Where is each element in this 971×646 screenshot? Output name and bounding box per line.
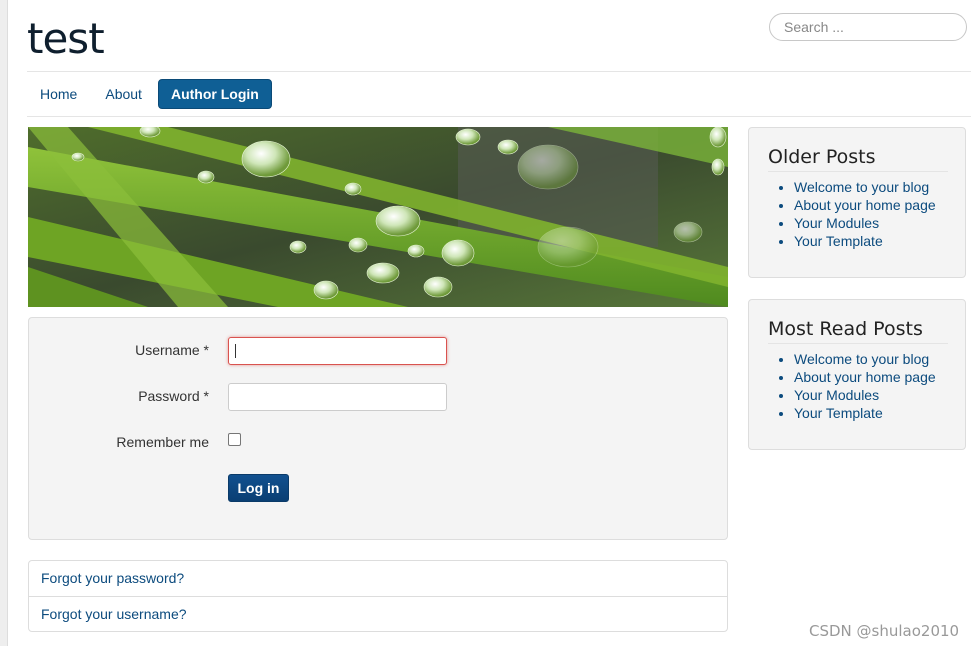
post-link[interactable]: About your home page — [794, 197, 936, 213]
older-posts-module: Older Posts Welcome to your blog About y… — [748, 127, 966, 278]
post-link[interactable]: Your Template — [794, 405, 883, 421]
list-item: Your Modules — [794, 214, 936, 232]
account-help-links: Forgot your password? Forgot your userna… — [28, 560, 728, 632]
forgot-password-link[interactable]: Forgot your password? — [29, 561, 727, 596]
post-link[interactable]: Your Modules — [794, 387, 879, 403]
main-nav: Home About Author Login — [28, 79, 272, 109]
login-button[interactable]: Log in — [228, 474, 289, 502]
most-read-posts-title: Most Read Posts — [768, 318, 923, 340]
list-item: Your Template — [794, 232, 936, 250]
site-title[interactable]: test — [27, 14, 105, 63]
banner-image — [28, 127, 728, 307]
post-link[interactable]: Welcome to your blog — [794, 351, 929, 367]
older-posts-title: Older Posts — [768, 146, 876, 168]
nav-item-author-login[interactable]: Author Login — [157, 79, 272, 109]
post-link[interactable]: About your home page — [794, 369, 936, 385]
most-read-posts-list: Welcome to your blog About your home pag… — [776, 350, 936, 422]
username-field[interactable] — [228, 337, 447, 365]
header-divider — [27, 71, 971, 72]
most-read-posts-module: Most Read Posts Welcome to your blog Abo… — [748, 299, 966, 450]
login-form: Username * Password * Remember me Log in — [28, 317, 728, 540]
list-item: About your home page — [794, 368, 936, 386]
search-input[interactable] — [769, 13, 967, 41]
nav-item-about[interactable]: About — [93, 79, 154, 109]
older-posts-list: Welcome to your blog About your home pag… — [776, 178, 936, 250]
grass-raindrops-image — [28, 127, 728, 307]
remember-me-label: Remember me — [116, 434, 209, 450]
username-label: Username * — [135, 342, 209, 358]
list-item: Your Template — [794, 404, 936, 422]
page-left-border — [0, 0, 8, 646]
forgot-username-link[interactable]: Forgot your username? — [29, 596, 727, 631]
text-caret — [235, 344, 236, 358]
nav-item-home[interactable]: Home — [28, 79, 89, 109]
list-item: Welcome to your blog — [794, 350, 936, 368]
remember-me-checkbox[interactable] — [228, 433, 241, 446]
post-link[interactable]: Welcome to your blog — [794, 179, 929, 195]
list-item: About your home page — [794, 196, 936, 214]
post-link[interactable]: Your Modules — [794, 215, 879, 231]
list-item: Welcome to your blog — [794, 178, 936, 196]
module-divider — [768, 171, 948, 172]
watermark: CSDN @shulao2010 — [809, 622, 960, 640]
module-divider — [768, 343, 948, 344]
nav-divider — [27, 116, 971, 117]
list-item: Your Modules — [794, 386, 936, 404]
password-label: Password * — [138, 388, 209, 404]
post-link[interactable]: Your Template — [794, 233, 883, 249]
password-field[interactable] — [228, 383, 447, 411]
